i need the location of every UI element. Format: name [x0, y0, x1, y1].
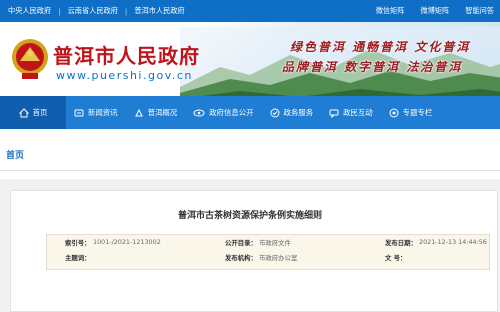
- nav-item-label: 专题专栏: [402, 108, 433, 117]
- overview-icon: [134, 108, 143, 116]
- catalog-label: 公开目录：: [225, 239, 257, 247]
- topic-icon: [389, 108, 399, 117]
- breadcrumb-home[interactable]: 首页: [6, 148, 24, 161]
- breadcrumb-area: [0, 129, 500, 179]
- nav-item-overview[interactable]: 普洱概况: [126, 96, 186, 129]
- index-value: 1001-/2021-1213002: [93, 238, 161, 246]
- link-central-government[interactable]: 中央人民政府: [8, 6, 51, 16]
- news-icon: [74, 109, 84, 116]
- nav-item-home[interactable]: 首页: [0, 96, 66, 129]
- site-title: 普洱市人民政府: [53, 44, 200, 68]
- subject-label: 主题词：: [65, 254, 91, 262]
- nav-item-label: 政府信息公开: [209, 108, 254, 117]
- divider: [0, 170, 500, 171]
- article-title: 普洱市古茶树资源保护条例实施细则: [177, 211, 322, 221]
- link-yunnan-government[interactable]: 云南省人民政府: [68, 6, 118, 16]
- home-icon: [18, 107, 29, 117]
- org-label: 发布机构：: [225, 254, 257, 262]
- nav-item-label: 政民互动: [343, 108, 373, 117]
- weibo-matrix-link[interactable]: 微博矩阵: [420, 6, 449, 16]
- meta-row: 索引号： 1001-/2021-1213002 公开目录： 市政府文件 发布日期…: [47, 238, 489, 252]
- nav-item-label: 新闻资讯: [88, 108, 118, 117]
- catalog-value: 市政府文件: [259, 239, 291, 247]
- slogan-line-2: 品牌普洱 数字普洱 法治普洱: [282, 60, 463, 74]
- org-value: 市政府办公室: [259, 254, 298, 262]
- nav-item-gov-service[interactable]: 政务服务: [262, 96, 322, 129]
- chat-icon: [329, 109, 339, 118]
- separator: |: [58, 6, 61, 16]
- date-value: 2021-12-13 14:44:56: [419, 238, 487, 246]
- nav-item-label: 政务服务: [283, 108, 314, 117]
- wechat-matrix-link[interactable]: 微信矩阵: [376, 6, 405, 16]
- service-icon: [270, 108, 280, 117]
- nav-item-topics[interactable]: 专题专栏: [381, 96, 441, 129]
- docno-label: 文 号：: [385, 254, 407, 262]
- article-meta-table: 索引号： 1001-/2021-1213002 公开目录： 市政府文件 发布日期…: [46, 234, 490, 270]
- nav-item-news[interactable]: 新闻资讯: [66, 96, 126, 129]
- top-right-links: 微信矩阵 微博矩阵 智能问答: [360, 0, 494, 22]
- header-banner: 普洱市人民政府 www.puershi.gov.cn 绿色普洱 通畅普洱 文化普…: [0, 22, 500, 96]
- top-bar: 中央人民政府 | 云南省人民政府 | 普洱市人民政府 微信矩阵 微博矩阵 智能问…: [0, 0, 500, 22]
- nav-item-label: 普洱概况: [147, 108, 178, 117]
- nav-item-gov-info[interactable]: 政府信息公开: [185, 96, 261, 129]
- eye-icon: [193, 109, 205, 116]
- site-url: www.puershi.gov.cn: [56, 69, 193, 82]
- slogan-line-1: 绿色普洱 通畅普洱 文化普洱: [290, 40, 471, 54]
- link-puer-government[interactable]: 普洱市人民政府: [134, 6, 184, 16]
- national-emblem-icon: [12, 39, 48, 79]
- nav-item-label: 首页: [32, 108, 48, 117]
- separator: |: [124, 6, 128, 16]
- smart-qa-link[interactable]: 智能问答: [465, 6, 494, 16]
- nav-item-interaction[interactable]: 政民互动: [321, 96, 381, 129]
- date-label: 发布日期：: [385, 239, 417, 247]
- main-nav: 首页 新闻资讯 普洱概况 政府信息公开 政务服务 政民互动 专题专栏: [0, 96, 500, 129]
- top-links: 中央人民政府 | 云南省人民政府 | 普洱市人民政府: [8, 0, 192, 22]
- meta-row: 主题词： 发布机构： 市政府办公室 文 号：: [47, 253, 489, 267]
- index-label: 索引号：: [65, 239, 91, 247]
